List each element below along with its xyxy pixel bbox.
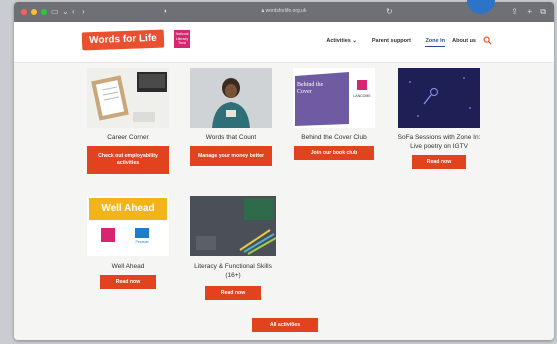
nav-zone-in[interactable]: Zone In — [425, 38, 445, 47]
microphone-illustration — [398, 68, 480, 128]
card-title[interactable]: SoFa Sessions with Zone In: Live poetry … — [396, 133, 482, 151]
literacy-trust-logo — [101, 228, 115, 242]
card-title[interactable]: Literacy & Functional Skills (16+) — [190, 262, 276, 280]
share-icon[interactable]: ⇪ — [511, 7, 518, 17]
pencils-illustration — [190, 196, 276, 256]
read-now-button[interactable]: Read now — [412, 155, 466, 169]
all-activities-button[interactable]: All activities — [252, 318, 318, 332]
card-title[interactable]: Words that Count — [190, 133, 272, 142]
site-header: Words for Life National Literacy Trust A… — [14, 22, 554, 63]
sponsor-logo: LANCOME — [353, 94, 371, 98]
card-title[interactable]: Behind the Cover Club — [293, 133, 375, 142]
card-title[interactable]: Well Ahead — [87, 262, 169, 271]
manage-money-button[interactable]: Manage your money better — [190, 146, 272, 166]
nav-parent-support[interactable]: Parent support — [372, 38, 411, 44]
person-portrait-illustration — [190, 68, 272, 128]
reload-icon[interactable]: ↻ — [386, 7, 393, 17]
read-now-button[interactable]: Read now — [205, 286, 261, 300]
new-tab-icon[interactable]: + — [527, 7, 532, 17]
browser-window: ▭ ⌄ ‹ › ◐ 🔒︎ wordsforlife.org.uk ↻ ⇪ + ⧉… — [14, 2, 554, 340]
lock-icon: 🔒︎ — [261, 8, 265, 14]
book-illustration — [293, 68, 375, 128]
career-corner-image — [87, 68, 169, 128]
tab-overview-icon[interactable]: ⧉ — [540, 7, 546, 17]
book-cover-text: Behind the Cover — [297, 82, 324, 95]
search-icon[interactable] — [483, 36, 492, 45]
desk-clipboard-illustration — [87, 68, 169, 128]
web-page: Words for Life National Literacy Trust A… — [14, 22, 554, 340]
nav-about-us[interactable]: About us — [452, 38, 476, 44]
employability-activities-button[interactable]: Check out employability activities — [87, 146, 169, 174]
card-title[interactable]: Career Corner — [87, 133, 169, 142]
pearson-label: Pearson — [135, 240, 149, 244]
national-literacy-trust-logo[interactable]: National Literacy Trust — [174, 30, 190, 48]
words-for-life-logo[interactable]: Words for Life — [81, 29, 165, 51]
words-that-count-image — [190, 68, 272, 128]
pearson-logo — [135, 228, 149, 238]
well-ahead-image: Well Ahead Pearson — [87, 196, 169, 256]
nav-activities[interactable]: Activities ⌄ — [326, 38, 357, 44]
join-book-club-button[interactable]: Join our book club — [294, 146, 374, 160]
well-ahead-banner: Well Ahead — [89, 198, 167, 220]
address-bar-url: wordsforlife.org.uk — [265, 8, 307, 14]
sofa-sessions-image — [398, 68, 480, 128]
behind-the-cover-image: Behind the Cover LANCOME — [293, 68, 375, 128]
literacy-skills-image — [190, 196, 276, 256]
read-now-button[interactable]: Read now — [100, 275, 156, 289]
